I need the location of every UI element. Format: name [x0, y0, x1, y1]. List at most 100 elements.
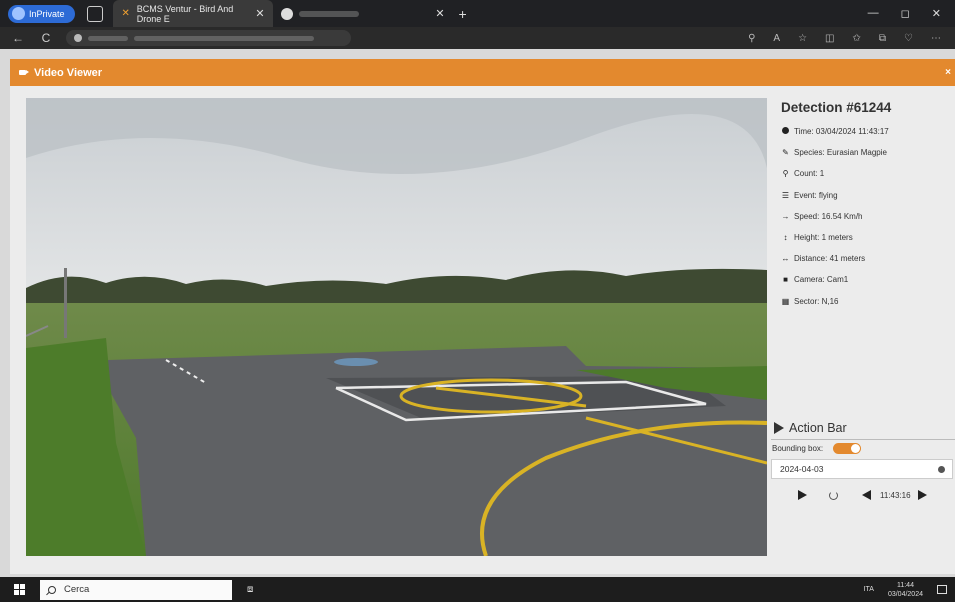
current-time: 11:43:16 [880, 490, 911, 500]
field-text: Speed: 16.54 Km/h [794, 211, 863, 221]
play-icon[interactable] [798, 490, 807, 500]
detection-field-sector: ▦ Sector: N,16 [781, 291, 955, 312]
action-bar: Action Bar Bounding box: 2024-04-03 11:4… [771, 419, 955, 509]
modal-close-button[interactable]: × [945, 67, 951, 78]
site-info-icon[interactable] [74, 34, 82, 42]
windows-start-icon[interactable] [14, 584, 25, 595]
bounding-box-row: Bounding box: [771, 440, 955, 456]
detection-field-camera: ■ Camera: Cam1 [781, 269, 955, 290]
field-text: Sector: N,16 [794, 296, 839, 306]
tab-close-icon[interactable]: ✕ [255, 7, 264, 20]
maximize-button[interactable]: ◻ [901, 7, 910, 20]
field-text: Height: 1 meters [794, 233, 853, 243]
detection-field-speed: → Speed: 16.54 Km/h [781, 206, 955, 227]
field-text: Event: flying [794, 190, 838, 200]
read-aloud-icon[interactable]: A [773, 33, 780, 44]
language-indicator[interactable]: ITA [864, 586, 874, 593]
detection-info-panel: Detection #61244 Time: 03/04/2024 11:43:… [781, 100, 955, 312]
favorite-star-icon[interactable]: ☆ [798, 33, 807, 44]
calendar-icon[interactable] [938, 465, 945, 473]
grid-icon: ▦ [781, 296, 790, 306]
tab-title: BCMS Ventur - Bird And Drone E [136, 3, 234, 24]
blurred-url-segment [88, 35, 128, 41]
playback-controls: 11:43:16 [771, 481, 955, 509]
inprivate-badge[interactable]: InPrivate [8, 4, 75, 23]
date-input[interactable]: 2024-04-03 [771, 459, 953, 479]
caret-right-icon [774, 422, 784, 434]
blurred-url-segment [134, 35, 314, 41]
search-icon [48, 585, 56, 594]
notification-icon[interactable] [937, 585, 947, 594]
search-placeholder: Cerca [64, 584, 90, 595]
video-viewer-header: Video Viewer × [10, 59, 955, 86]
video-player[interactable] [26, 98, 767, 556]
video-frame [26, 98, 767, 556]
field-text: Time: 03/04/2024 11:43:17 [794, 127, 889, 137]
tab-actions-icon[interactable] [86, 5, 103, 22]
task-view-icon[interactable]: ⧈ [247, 584, 253, 595]
arrows-horizontal-icon: ↔ [781, 254, 790, 264]
browser-tab-bar: InPrivate ✕ BCMS Ventur - Bird And Drone… [0, 0, 955, 27]
profile-avatar-icon [12, 7, 25, 20]
copilot-icon[interactable]: ♡ [904, 33, 913, 44]
arrows-vertical-icon: ↕ [783, 233, 788, 243]
split-screen-icon[interactable]: ◫ [825, 33, 834, 44]
action-bar-title: Action Bar [789, 421, 847, 435]
toggle-knob [851, 443, 861, 453]
detection-field-distance: ↔ Distance: 41 meters [781, 248, 955, 269]
next-frame-icon[interactable] [917, 490, 927, 500]
clock-icon [781, 127, 790, 136]
window-controls: — ◻ ✕ [868, 7, 955, 20]
url-field[interactable] [66, 30, 351, 46]
detection-field-height: ↕ Height: 1 meters [781, 227, 955, 248]
second-tab-favicon-icon [280, 7, 293, 20]
previous-frame-icon[interactable] [862, 490, 871, 500]
taskbar-clock[interactable]: 11:44 03/04/2024 [888, 581, 923, 599]
detection-title: Detection #61244 [781, 100, 892, 115]
close-window-button[interactable]: ✕ [932, 7, 941, 20]
date-value: 2024-04-03 [780, 464, 824, 474]
modal-title: Video Viewer [34, 66, 103, 79]
more-icon[interactable]: ⋯ [931, 33, 941, 44]
clock-time: 11:44 [896, 581, 914, 589]
field-text: Camera: Cam1 [794, 275, 849, 285]
minimize-button[interactable]: — [868, 7, 879, 20]
action-bar-header[interactable]: Action Bar [771, 419, 955, 437]
video-viewer-body: Detection #61244 Time: 03/04/2024 11:43:… [10, 86, 955, 574]
video-camera-icon: ■ [783, 275, 788, 285]
zoom-icon[interactable]: ⚲ [748, 33, 755, 44]
list-icon: ☰ [781, 190, 790, 200]
detection-field-time: Time: 03/04/2024 11:43:17 [781, 121, 955, 142]
address-bar: ← C ⚲ A ☆ ◫ ✩ ⧉ ♡ ⋯ [0, 27, 955, 49]
new-tab-button[interactable]: + [459, 6, 467, 22]
windows-taskbar: Cerca ⧈ ITA 11:44 03/04/2024 [0, 577, 955, 602]
arrow-right-icon: → [781, 211, 790, 221]
browser-toolbar: ⚲ A ☆ ◫ ✩ ⧉ ♡ ⋯ [748, 33, 955, 44]
map-pin-icon: ⚲ [782, 169, 789, 179]
second-tab-close-icon[interactable]: ✕ [435, 7, 444, 20]
tab-bcms-ventur[interactable]: ✕ BCMS Ventur - Bird And Drone E ✕ [112, 0, 273, 27]
favorites-icon[interactable]: ✩ [853, 33, 861, 44]
collections-icon[interactable]: ⧉ [879, 33, 886, 44]
bcms-favicon-icon: ✕ [121, 8, 130, 19]
reload-button[interactable]: C [36, 31, 56, 45]
blurred-tab-title [298, 10, 359, 17]
bounding-box-label: Bounding box: [772, 443, 824, 453]
field-text: Species: Eurasian Magpie [794, 148, 887, 158]
clock-date: 03/04/2024 [887, 590, 923, 598]
feather-icon: ✎ [782, 148, 789, 158]
tab-second[interactable]: ✕ [273, 0, 453, 27]
taskbar-search[interactable]: Cerca [40, 579, 232, 600]
field-text: Distance: 41 meters [794, 254, 866, 264]
inprivate-label: InPrivate [29, 8, 65, 19]
bounding-box-toggle[interactable] [833, 442, 862, 454]
detection-field-species: ✎ Species: Eurasian Magpie [781, 142, 955, 163]
page: Video Viewer × Detection #61244 Time: 03… [0, 49, 955, 577]
refresh-icon[interactable] [829, 490, 838, 500]
back-button[interactable]: ← [8, 31, 28, 45]
detection-field-event: ☰ Event: flying [781, 185, 955, 206]
video-camera-icon [19, 70, 29, 75]
detection-field-count: ⚲ Count: 1 [781, 163, 955, 184]
system-tray: ITA 11:44 03/04/2024 [864, 581, 955, 599]
field-text: Count: 1 [794, 169, 825, 179]
